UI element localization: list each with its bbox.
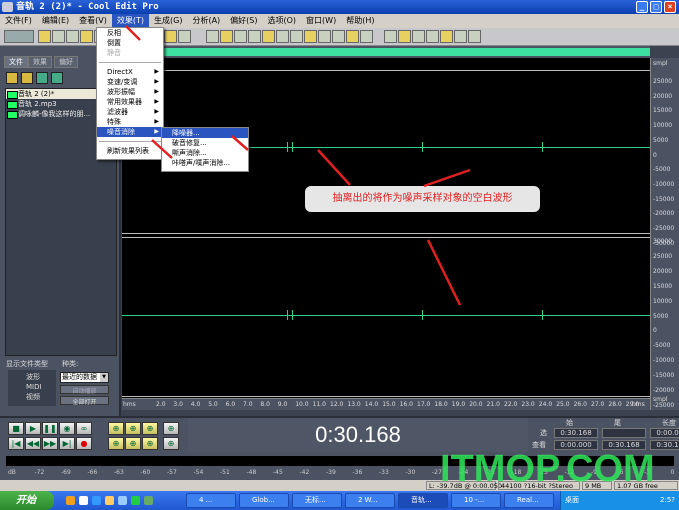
arrow-to-top-channel — [317, 149, 351, 186]
arrow-to-noise-menu — [151, 139, 173, 159]
arrow-to-annotation — [423, 168, 471, 188]
annotation-arrows — [125, 25, 471, 306]
arrow-to-bottom-channel — [426, 239, 462, 306]
arrow-to-effects-menu — [125, 25, 141, 41]
arrow-to-noise-reducer — [231, 135, 249, 151]
